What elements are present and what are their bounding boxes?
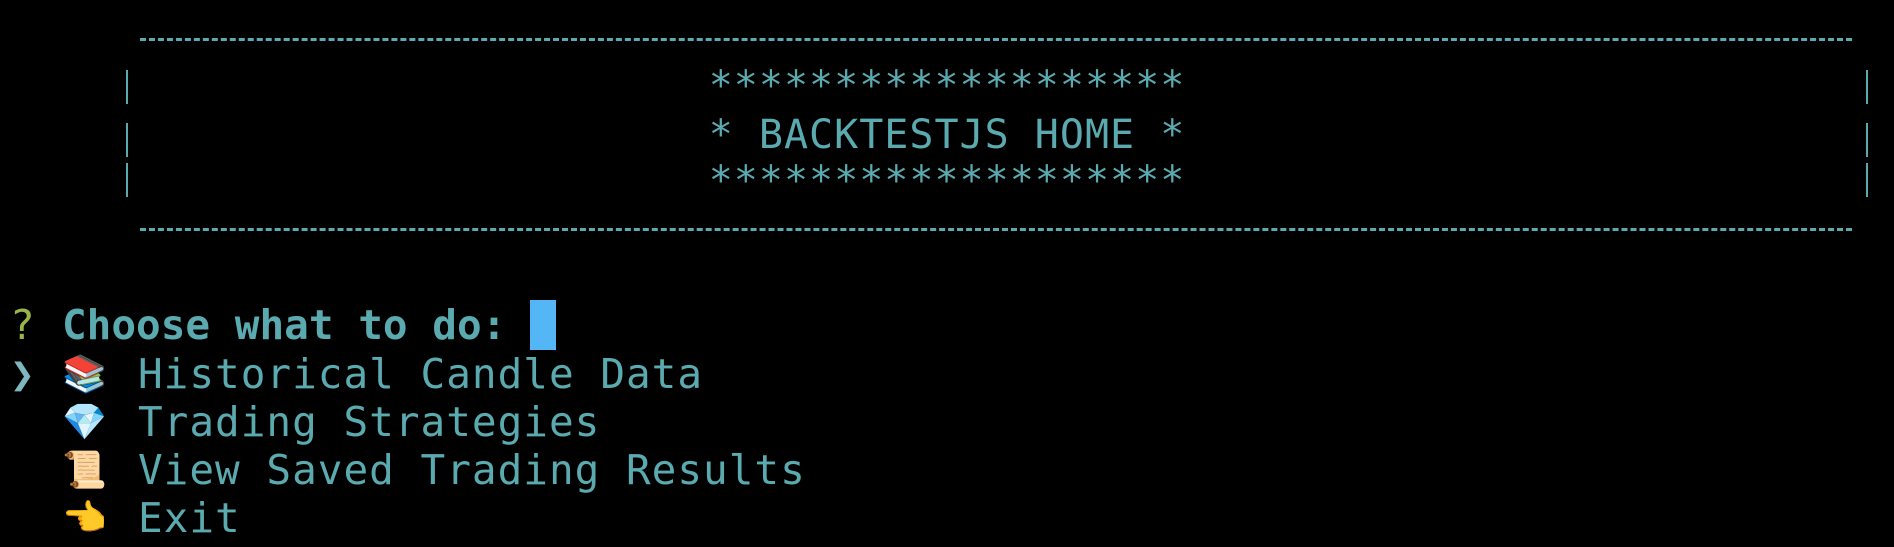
gem-icon: 💎 (62, 402, 107, 443)
prompt-question: Choose what to do: (62, 301, 507, 349)
banner-bottom-border (140, 228, 1852, 231)
banner-stars-top: ******************* (708, 63, 1186, 109)
text-cursor[interactable] (530, 300, 557, 350)
menu-item-label: Exit (138, 494, 241, 542)
menu-item-label: Trading Strategies (138, 398, 601, 446)
banner-stars-bottom: ******************* (708, 158, 1186, 204)
selection-pointer-icon: ❯ (10, 350, 35, 398)
question-mark: ? (10, 301, 35, 349)
prompt-row: ? Choose what to do: (10, 300, 557, 350)
menu-item-label: Historical Candle Data (138, 350, 704, 398)
menu-item-label: View Saved Trading Results (138, 446, 806, 494)
books-icon: 📚 (62, 354, 107, 395)
menu-item-historical-candle-data[interactable]: ❯ 📚 Historical Candle Data (10, 350, 703, 398)
pointing-hand-icon: 👈 (62, 498, 107, 539)
banner-title: * BACKTESTJS HOME * (708, 112, 1186, 158)
menu-item-view-saved-trading-results[interactable]: 📜 View Saved Trading Results (10, 446, 806, 494)
menu-item-trading-strategies[interactable]: 💎 Trading Strategies (10, 398, 600, 446)
banner-top-border (140, 38, 1852, 41)
scroll-icon: 📜 (62, 450, 107, 491)
menu-item-exit[interactable]: 👈 Exit (10, 494, 241, 542)
